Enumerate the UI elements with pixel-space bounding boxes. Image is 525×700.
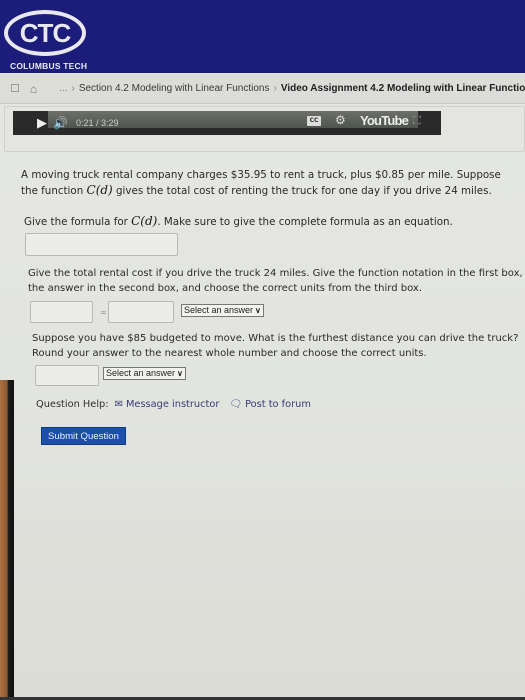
submit-question-button[interactable]: Submit Question (41, 427, 126, 445)
gear-icon[interactable]: ⚙ (335, 113, 346, 127)
question-help-label: Question Help: (36, 399, 109, 410)
ctc-logo[interactable]: CTC (4, 10, 86, 56)
message-instructor-link[interactable]: ✉ Message instructor (115, 399, 220, 410)
cc-icon[interactable]: CC (307, 116, 321, 126)
play-icon[interactable]: ▶ (37, 116, 47, 131)
math-cd: C(d) (131, 214, 158, 228)
site-header: CTC COLUMBUS TECH (0, 0, 525, 73)
units-select-part3[interactable]: Select an answer ∨ (103, 367, 186, 380)
logo-subtitle: COLUMBUS TECH (10, 61, 88, 71)
part1-prompt: Give the formula for C(d). Make sure to … (24, 214, 504, 228)
message-instructor-label: Message instructor (125, 399, 220, 410)
intro-text-2: gives the total cost of renting the truc… (112, 185, 492, 197)
logo-text: CTC (19, 17, 71, 48)
question-intro: A moving truck rental company charges $3… (21, 168, 521, 199)
volume-icon[interactable]: 🔊 (53, 116, 68, 130)
window-icon[interactable]: ☐ (10, 82, 20, 95)
youtube-logo[interactable]: YouTube (360, 113, 409, 128)
screen: CTC COLUMBUS TECH ☐ ⌂ ... › Section 4.2 … (0, 0, 525, 700)
part3-prompt: Suppose you have $85 budgeted to move. W… (32, 333, 519, 359)
math-cd: C(d) (86, 183, 113, 197)
select-value: Select an answer (184, 305, 254, 315)
speech-bubble-icon: 🗨 (229, 399, 243, 410)
breadcrumb: ☐ ⌂ ... › Section 4.2 Modeling with Line… (0, 74, 525, 104)
envelope-icon: ✉ (114, 399, 123, 410)
breadcrumb-item-section[interactable]: Section 4.2 Modeling with Linear Functio… (79, 83, 270, 94)
home-icon[interactable]: ⌂ (30, 82, 37, 96)
function-notation-input[interactable] (30, 301, 93, 323)
part2-prompt: Give the total rental cost if you drive … (28, 268, 523, 294)
formula-input[interactable] (25, 233, 178, 256)
video-time: 0:21 / 3:29 (75, 118, 119, 128)
monitor-bezel (0, 380, 14, 700)
total-cost-input[interactable] (108, 301, 174, 323)
question-help: Question Help: ✉ Message instructor 🗨 Po… (36, 399, 311, 410)
select-value: Select an answer (106, 368, 176, 378)
units-select-part2[interactable]: Select an answer ∨ (181, 304, 264, 317)
post-to-forum-label: Post to forum (245, 399, 311, 410)
distance-input[interactable] (35, 365, 99, 386)
part1-text-2: . Make sure to give the complete formula… (157, 216, 453, 228)
video-player-controls: ▶ 🔊 0:21 / 3:29 CC ⚙ YouTube ⛶ (13, 111, 441, 135)
fullscreen-icon[interactable]: ⛶ (413, 114, 421, 128)
equals-sign: = (100, 308, 107, 317)
part1-text-1: Give the formula for (24, 216, 132, 228)
chevron-right-icon: › (273, 83, 277, 94)
post-to-forum-link[interactable]: 🗨 Post to forum (229, 399, 311, 410)
breadcrumb-ellipsis[interactable]: ... (59, 83, 67, 94)
chevron-down-icon: ∨ (255, 306, 261, 315)
breadcrumb-item-current: Video Assignment 4.2 Modeling with Linea… (280, 83, 525, 94)
chevron-right-icon: › (71, 83, 75, 94)
chevron-down-icon: ∨ (177, 369, 183, 378)
